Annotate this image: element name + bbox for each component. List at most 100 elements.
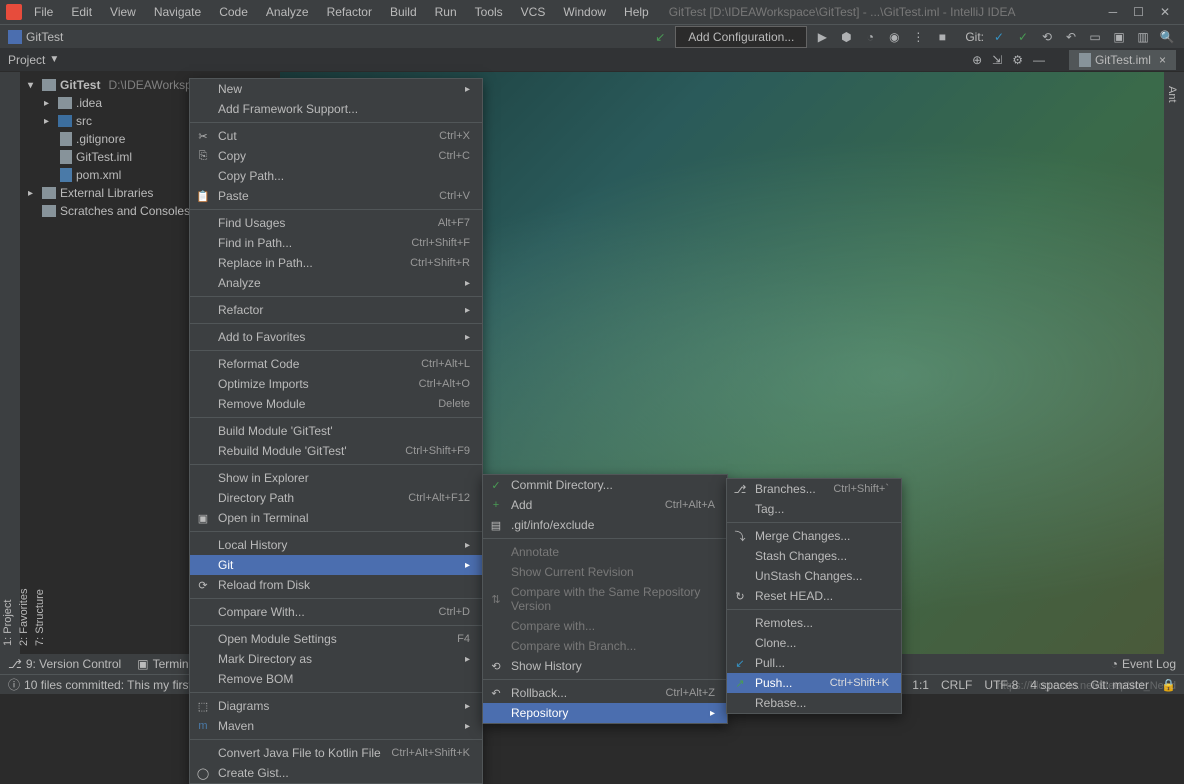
menu-rebase[interactable]: Rebase...	[727, 693, 901, 713]
vcs-revert-icon[interactable]: ↶	[1062, 28, 1080, 46]
stripe-favorites[interactable]: 2: Favorites	[16, 352, 32, 654]
menu-window[interactable]: Window	[555, 3, 614, 21]
menu-git-exclude[interactable]: ▤.git/info/exclude	[483, 515, 727, 535]
expand-icon[interactable]: ⇲	[992, 53, 1002, 67]
menu-remove-module[interactable]: Remove ModuleDelete	[190, 394, 482, 414]
menu-reset-head[interactable]: ↻Reset HEAD...	[727, 586, 901, 606]
menu-merge[interactable]: ⤵Merge Changes...	[727, 526, 901, 546]
menu-refactor[interactable]: Refactor	[319, 3, 380, 21]
search-icon[interactable]: 🔍	[1158, 28, 1176, 46]
menu-local-history[interactable]: Local History▸	[190, 535, 482, 555]
close-tab-icon[interactable]: ×	[1159, 53, 1166, 67]
debug-icon[interactable]: ⬢	[837, 28, 855, 46]
stripe-structure[interactable]: 7: Structure	[32, 72, 48, 654]
structure-icon[interactable]: ▥	[1134, 28, 1152, 46]
menu-build-module[interactable]: Build Module 'GitTest'	[190, 421, 482, 441]
tool-event-log[interactable]: ◔Event Log	[1111, 657, 1176, 671]
menu-diagrams[interactable]: ⬚Diagrams▸	[190, 696, 482, 716]
profile-icon[interactable]: ◉	[885, 28, 903, 46]
translate-icon[interactable]: ▣	[1110, 28, 1128, 46]
menu-copy[interactable]: ⎘CopyCtrl+C	[190, 146, 482, 166]
menu-code[interactable]: Code	[211, 3, 256, 21]
vcs-history-icon[interactable]: ⟲	[1038, 28, 1056, 46]
breadcrumb[interactable]: GitTest	[26, 30, 63, 44]
menu-help[interactable]: Help	[616, 3, 657, 21]
stripe-ant[interactable]: Ant	[1164, 80, 1180, 654]
menu-open-terminal[interactable]: ▣Open in Terminal	[190, 508, 482, 528]
menu-favorites[interactable]: Add to Favorites▸	[190, 327, 482, 347]
menu-find-usages[interactable]: Find UsagesAlt+F7	[190, 213, 482, 233]
menu-paste[interactable]: 📋PasteCtrl+V	[190, 186, 482, 206]
editor-tab[interactable]: GitTest.iml ×	[1069, 50, 1176, 70]
add-configuration-button[interactable]: Add Configuration...	[675, 26, 807, 48]
menu-view[interactable]: View	[102, 3, 144, 21]
menu-reformat[interactable]: Reformat CodeCtrl+Alt+L	[190, 354, 482, 374]
status-line-sep[interactable]: CRLF	[941, 678, 972, 692]
menu-new[interactable]: New▸	[190, 79, 482, 99]
menu-tag[interactable]: Tag...	[727, 499, 901, 519]
menu-clone[interactable]: Clone...	[727, 633, 901, 653]
menu-stash[interactable]: Stash Changes...	[727, 546, 901, 566]
menu-remotes[interactable]: Remotes...	[727, 613, 901, 633]
menu-push[interactable]: ↗Push...Ctrl+Shift+K	[727, 673, 901, 693]
menu-convert-kotlin[interactable]: Convert Java File to Kotlin FileCtrl+Alt…	[190, 743, 482, 763]
project-view-selector[interactable]: Project ▼	[8, 53, 59, 67]
menu-remove-bom[interactable]: Remove BOM	[190, 669, 482, 689]
run-icon[interactable]: ▶	[813, 28, 831, 46]
gear-icon[interactable]: ⚙	[1012, 53, 1023, 67]
tree-label: src	[76, 114, 92, 128]
close-icon[interactable]: ✕	[1160, 5, 1170, 19]
minimize-icon[interactable]: ─	[1109, 5, 1118, 19]
menu-directory-path[interactable]: Directory PathCtrl+Alt+F12	[190, 488, 482, 508]
vcs-checkmark-icon[interactable]: ✓	[990, 28, 1008, 46]
vcs-update-icon[interactable]: ↙	[651, 28, 669, 46]
tree-root-label: GitTest	[60, 78, 100, 92]
collapse-icon[interactable]: —	[1033, 53, 1045, 67]
menu-copy-path[interactable]: Copy Path...	[190, 166, 482, 186]
menu-build[interactable]: Build	[382, 3, 425, 21]
history-icon: ⟲	[489, 659, 503, 673]
menu-run[interactable]: Run	[427, 3, 465, 21]
menu-tools[interactable]: Tools	[467, 3, 511, 21]
menu-add-framework[interactable]: Add Framework Support...	[190, 99, 482, 119]
menu-analyze[interactable]: Analyze▸	[190, 273, 482, 293]
tool-version-control[interactable]: ⎇9: Version Control	[8, 657, 121, 671]
vcs-commit-icon[interactable]: ✓	[1014, 28, 1032, 46]
menu-file[interactable]: File	[26, 3, 61, 21]
menu-show-history[interactable]: ⟲Show History	[483, 656, 727, 676]
menu-edit[interactable]: Edit	[63, 3, 100, 21]
menu-reload[interactable]: ⟳Reload from Disk	[190, 575, 482, 595]
menu-commit-dir[interactable]: ✓Commit Directory...	[483, 475, 727, 495]
menu-git-add[interactable]: +AddCtrl+Alt+A	[483, 495, 727, 515]
maximize-icon[interactable]: ☐	[1133, 5, 1144, 19]
menu-unstash[interactable]: UnStash Changes...	[727, 566, 901, 586]
menu-vcs[interactable]: VCS	[513, 3, 554, 21]
presentation-icon[interactable]: ▭	[1086, 28, 1104, 46]
menu-module-settings[interactable]: Open Module SettingsF4	[190, 629, 482, 649]
coverage-icon[interactable]: ◔	[861, 28, 879, 46]
menu-maven[interactable]: mMaven▸	[190, 716, 482, 736]
stripe-project[interactable]: 1: Project	[0, 72, 16, 654]
menu-mark-dir[interactable]: Mark Directory as▸	[190, 649, 482, 669]
menu-branches[interactable]: ⎇Branches...Ctrl+Shift+`	[727, 479, 901, 499]
menu-show-explorer[interactable]: Show in Explorer	[190, 468, 482, 488]
menu-refactor[interactable]: Refactor▸	[190, 300, 482, 320]
menu-navigate[interactable]: Navigate	[146, 3, 209, 21]
trace-icon[interactable]: ⋮	[909, 28, 927, 46]
menu-replace-in-path[interactable]: Replace in Path...Ctrl+Shift+R	[190, 253, 482, 273]
log-icon: ◔	[1111, 657, 1118, 671]
menu-find-in-path[interactable]: Find in Path...Ctrl+Shift+F	[190, 233, 482, 253]
menu-create-gist[interactable]: ◯Create Gist...	[190, 763, 482, 783]
menu-analyze[interactable]: Analyze	[258, 3, 317, 21]
menu-optimize[interactable]: Optimize ImportsCtrl+Alt+O	[190, 374, 482, 394]
menu-repository[interactable]: Repository▸	[483, 703, 727, 723]
status-position[interactable]: 1:1	[912, 678, 929, 692]
menu-cut[interactable]: ✂CutCtrl+X	[190, 126, 482, 146]
menu-rebuild-module[interactable]: Rebuild Module 'GitTest'Ctrl+Shift+F9	[190, 441, 482, 461]
menu-git[interactable]: Git▸	[190, 555, 482, 575]
menu-rollback[interactable]: ↶Rollback...Ctrl+Alt+Z	[483, 683, 727, 703]
menu-pull[interactable]: ↙Pull...	[727, 653, 901, 673]
locate-icon[interactable]: ⊕	[972, 53, 982, 67]
menu-compare-with[interactable]: Compare With...Ctrl+D	[190, 602, 482, 622]
stop-icon[interactable]: ■	[933, 28, 951, 46]
